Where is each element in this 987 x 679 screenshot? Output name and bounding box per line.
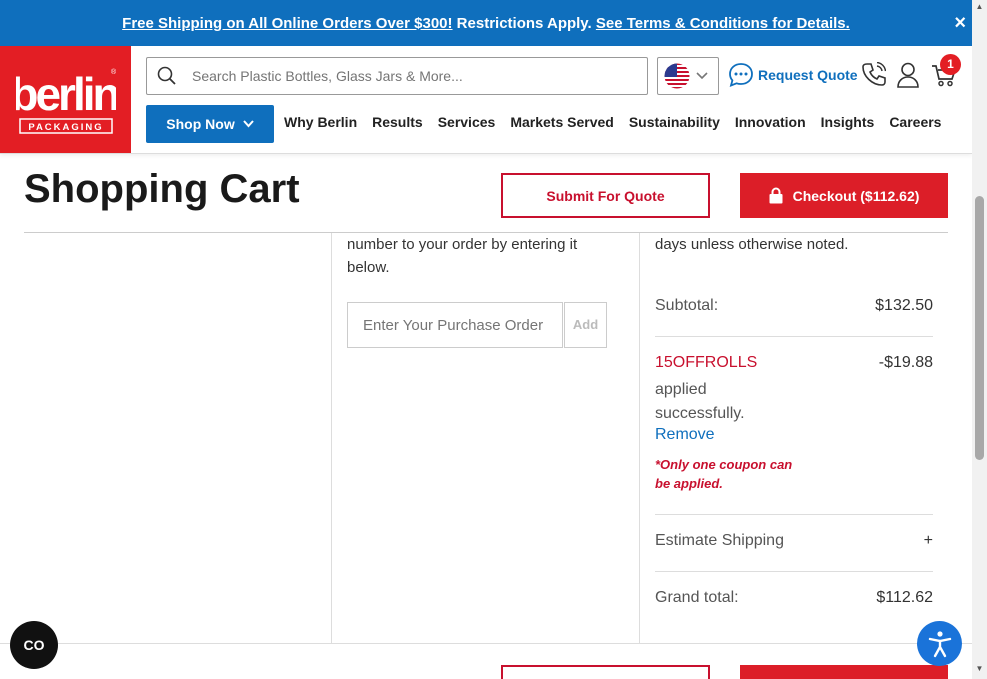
cart-count-badge: 1 xyxy=(940,54,961,75)
search-input[interactable] xyxy=(187,68,627,84)
lock-icon xyxy=(769,187,783,204)
nav-careers[interactable]: Careers xyxy=(889,114,941,130)
shop-now-button[interactable]: Shop Now xyxy=(146,105,274,143)
divider xyxy=(655,514,933,515)
shop-now-label: Shop Now xyxy=(166,116,235,132)
restrictions-text: Restrictions Apply. xyxy=(452,14,596,32)
subtotal-row: Subtotal: $132.50 xyxy=(655,297,933,315)
delivery-note: days unless otherwise noted. xyxy=(655,236,849,253)
checkout-label: Checkout ($112.62) xyxy=(792,187,920,204)
accessibility-button[interactable] xyxy=(917,621,962,666)
coupon-code: 15OFFROLLS xyxy=(655,354,758,371)
svg-text:®: ® xyxy=(111,68,116,76)
phone-icon[interactable] xyxy=(862,61,887,93)
checkout-button-bottom[interactable] xyxy=(740,665,948,679)
free-shipping-link[interactable]: Free Shipping on All Online Orders Over … xyxy=(122,15,452,32)
column-divider xyxy=(331,233,332,644)
grand-total-label: Grand total: xyxy=(655,589,739,606)
chat-bubble-icon xyxy=(729,63,753,87)
nav-why-berlin[interactable]: Why Berlin xyxy=(284,114,357,130)
close-banner-icon[interactable]: × xyxy=(954,12,966,35)
remove-coupon-link[interactable]: Remove xyxy=(655,426,715,444)
submit-for-quote-button-bottom[interactable] xyxy=(501,665,710,679)
grand-total-value: $112.62 xyxy=(876,589,933,606)
divider xyxy=(655,571,933,572)
accessibility-icon xyxy=(928,630,951,657)
coupon-discount: -$19.88 xyxy=(878,354,933,371)
divider xyxy=(0,643,972,644)
site-header: berlin ® PACKAGING Search Plastic Bottle… xyxy=(0,46,972,154)
estimate-shipping-toggle[interactable]: Estimate Shipping + xyxy=(655,532,933,550)
nav-services[interactable]: Services xyxy=(438,114,496,130)
column-divider xyxy=(639,233,640,644)
coupon-note: *Only one coupon can be applied. xyxy=(655,457,793,491)
user-account-icon[interactable] xyxy=(897,62,919,93)
logo-wordmark: berlin xyxy=(16,68,116,120)
checkout-button[interactable]: Checkout ($112.62) xyxy=(740,173,948,218)
logo-subtitle: PACKAGING xyxy=(28,122,103,133)
nav-insights[interactable]: Insights xyxy=(821,114,875,130)
chevron-down-icon xyxy=(696,72,708,80)
terms-link[interactable]: See Terms & Conditions for Details. xyxy=(596,15,850,32)
subtotal-label: Subtotal: xyxy=(655,297,719,314)
request-quote-label: Request Quote xyxy=(758,67,858,83)
request-quote-link[interactable]: Request Quote xyxy=(728,62,858,88)
co-widget-button[interactable]: CO xyxy=(10,621,58,669)
scroll-down-arrow-icon[interactable]: ▼ xyxy=(972,662,987,676)
estimate-shipping-label: Estimate Shipping xyxy=(655,532,784,549)
page-title: Shopping Cart xyxy=(24,167,300,211)
promo-banner: Free Shipping on All Online Orders Over … xyxy=(0,0,972,46)
berlin-logo[interactable]: berlin ® PACKAGING xyxy=(0,46,131,153)
subtotal-value: $132.50 xyxy=(875,297,933,314)
country-selector[interactable] xyxy=(657,57,719,95)
submit-for-quote-button[interactable]: Submit For Quote xyxy=(501,173,710,218)
add-purchase-order-button[interactable]: Add xyxy=(564,302,607,348)
search-icon[interactable] xyxy=(147,66,187,86)
scroll-up-arrow-icon[interactable]: ▲ xyxy=(972,0,987,14)
nav-results[interactable]: Results xyxy=(372,114,423,130)
purchase-order-instructions: number to your order by entering it belo… xyxy=(347,236,578,276)
us-flag-icon xyxy=(664,63,690,89)
divider xyxy=(655,336,933,337)
chevron-down-icon xyxy=(242,120,254,128)
nav-innovation[interactable]: Innovation xyxy=(735,114,806,130)
main-nav: Why Berlin Results Services Markets Serv… xyxy=(284,114,956,130)
search-bar[interactable] xyxy=(146,57,648,95)
expand-icon[interactable]: + xyxy=(924,532,933,550)
scrollbar-thumb[interactable] xyxy=(975,196,984,460)
nav-sustainability[interactable]: Sustainability xyxy=(629,114,720,130)
purchase-order-input[interactable] xyxy=(347,302,563,348)
nav-markets-served[interactable]: Markets Served xyxy=(510,114,614,130)
grand-total-row: Grand total: $112.62 xyxy=(655,589,933,607)
coupon-status: applied successfully. xyxy=(655,381,745,422)
page: Free Shipping on All Online Orders Over … xyxy=(0,0,987,679)
